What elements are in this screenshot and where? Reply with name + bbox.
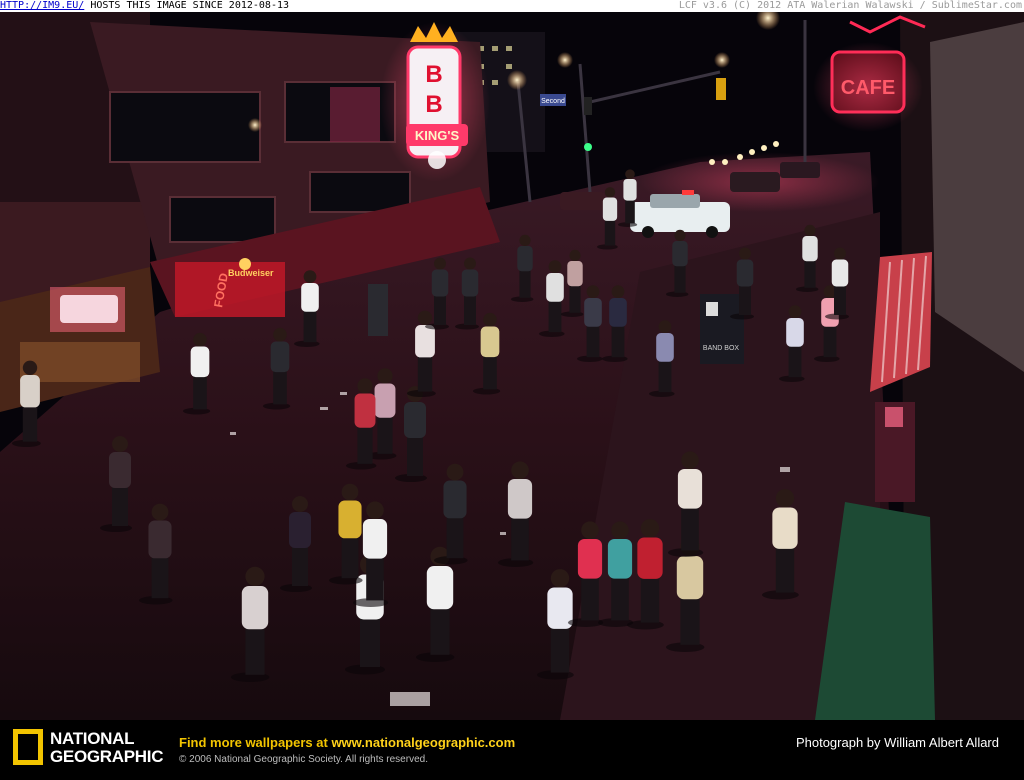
promo-text: Find more wallpapers at — [179, 735, 332, 750]
ng-yellow-border-logo — [13, 729, 43, 765]
copyright-notice: © 2006 National Geographic Society. All … — [179, 754, 428, 765]
watermark-host-text: HOSTS THIS IMAGE SINCE 2012-08-13 — [90, 0, 290, 11]
photo-credit: Photograph by William Albert Allard — [795, 735, 999, 750]
ng-logo-text: NATIONAL GEOGRAPHIC — [50, 730, 163, 766]
wallpaper-promo: Find more wallpapers at www.nationalgeog… — [179, 735, 515, 750]
ng-logo-line-2: GEOGRAPHIC — [50, 747, 164, 766]
watermark-credit: LCF v3.6 (C) 2012 ATA Walerian Walawski … — [678, 0, 1022, 11]
night-street-photo: B B KING'S Budweiser FOOD Second CAFE BA… — [0, 12, 1024, 720]
watermark-bar: HTTP://IM9.EU/ HOSTS THIS IMAGE SINCE 20… — [0, 0, 1024, 12]
watermark-link[interactable]: HTTP://IM9.EU/ — [0, 0, 84, 11]
watermark-left: HTTP://IM9.EU/ HOSTS THIS IMAGE SINCE 20… — [0, 0, 289, 12]
promo-link[interactable]: www.nationalgeographic.com — [331, 735, 515, 750]
ng-logo-line-1: NATIONAL — [50, 729, 135, 748]
